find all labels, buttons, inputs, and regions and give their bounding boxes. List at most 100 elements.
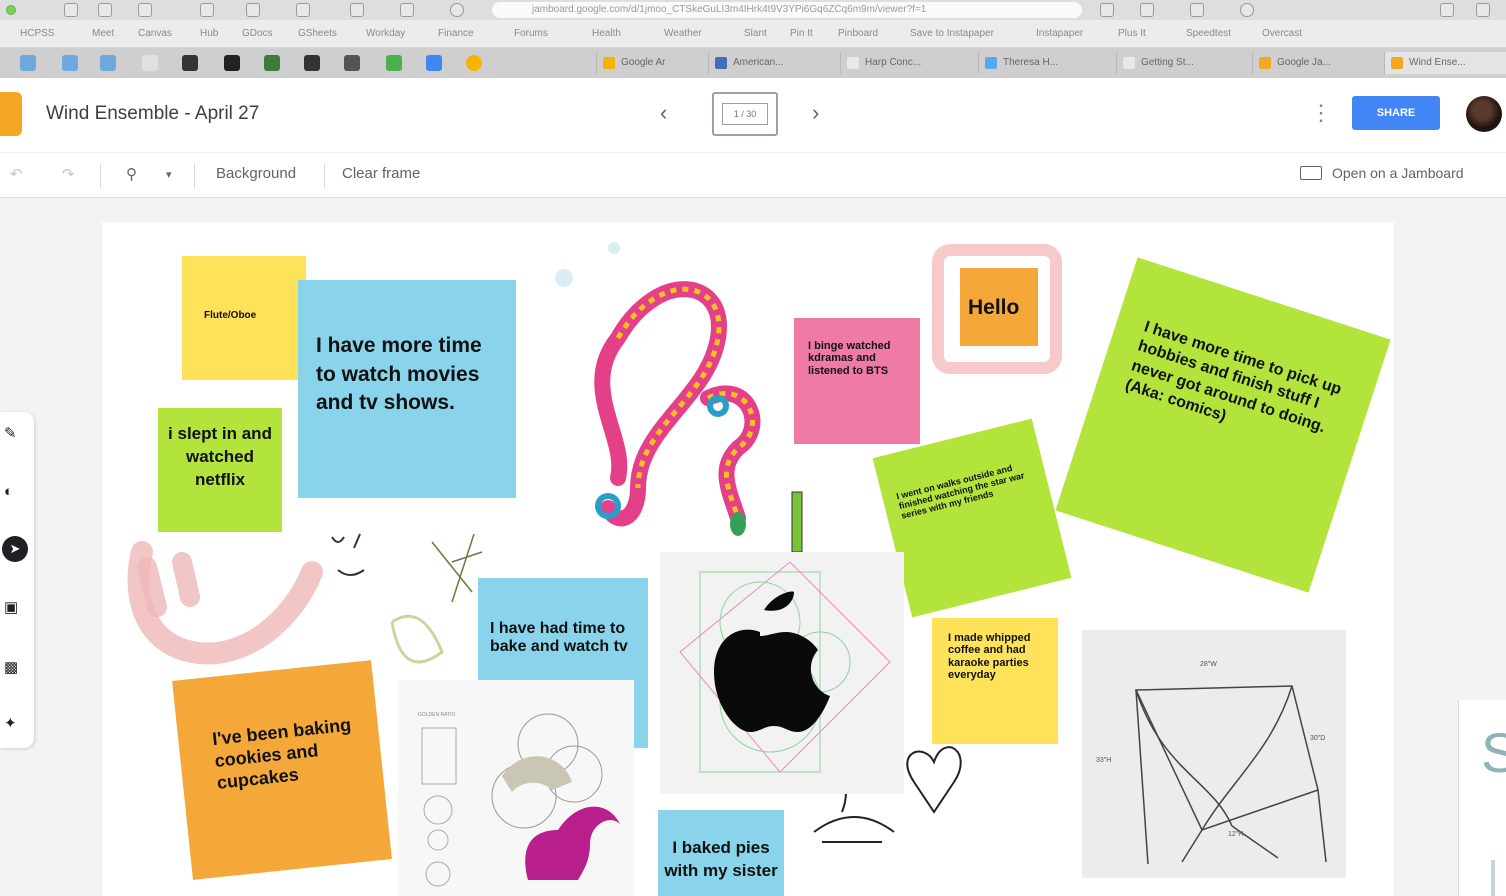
extension-icon[interactable]: [200, 3, 214, 17]
share-page-icon[interactable]: [1140, 3, 1154, 17]
bookmark-item[interactable]: Weather: [664, 28, 702, 39]
loop-doodle[interactable]: [390, 614, 444, 664]
eraser-icon[interactable]: ◐: [4, 484, 20, 500]
undo-icon[interactable]: ↶: [10, 165, 23, 183]
bookmark-item[interactable]: Finance: [438, 28, 474, 39]
sidebar-icon[interactable]: [138, 3, 152, 17]
chevron-down-icon[interactable]: ▾: [166, 168, 172, 181]
butterfly-chair-image[interactable]: 28"W 33"H 30"D 12"H: [1082, 630, 1346, 878]
app-icon[interactable]: [264, 55, 280, 71]
sticky-note[interactable]: i slept in and watched netflix: [158, 408, 282, 532]
golden-ratio-elephant-image[interactable]: GOLDEN RATIO: [398, 680, 634, 896]
bookmark-item[interactable]: Canvas: [138, 28, 172, 39]
browser-tab-active[interactable]: Wind Ense...: [1384, 52, 1506, 74]
extension-icon[interactable]: [296, 3, 310, 17]
select-icon[interactable]: ➤: [2, 536, 28, 562]
redo-icon[interactable]: ↷: [62, 165, 75, 183]
bookmark-item[interactable]: Instapaper: [1036, 28, 1083, 39]
pen-icon[interactable]: ✎: [4, 426, 20, 442]
bookmark-item[interactable]: Meet: [92, 28, 114, 39]
app-icon[interactable]: [224, 55, 240, 71]
eye-doodle[interactable]: [137, 557, 167, 617]
sticky-note[interactable]: Hello: [960, 268, 1038, 346]
previous-frame-icon[interactable]: ‹: [660, 100, 667, 126]
jam-canvas[interactable]: Flute/Oboe I have more time to watch mov…: [102, 222, 1394, 896]
tabs-icon[interactable]: [1440, 3, 1454, 17]
address-bar[interactable]: jamboard.google.com/d/1jmoo_CTSkeGuLI3m4…: [492, 2, 1082, 18]
pencil-doodle[interactable]: [791, 491, 803, 553]
frame-bar[interactable]: 1 / 30: [712, 92, 778, 136]
page-title[interactable]: Wind Ensemble - April 27: [46, 103, 259, 125]
account-icon[interactable]: [1240, 3, 1254, 17]
line-doodle[interactable]: [431, 533, 483, 603]
settings-icon[interactable]: [450, 3, 464, 17]
background-button[interactable]: Background: [216, 165, 296, 182]
image-icon[interactable]: ▩: [4, 660, 20, 676]
forward-icon[interactable]: [98, 3, 112, 17]
new-window-icon[interactable]: [1476, 3, 1490, 17]
bookmark-item[interactable]: Plus It: [1118, 28, 1146, 39]
sticky-note-icon[interactable]: ▣: [4, 600, 20, 616]
snake-illustration[interactable]: [578, 278, 790, 550]
browser-tab[interactable]: Harp Conc...: [840, 52, 982, 74]
browser-tab[interactable]: Theresa H...: [978, 52, 1120, 74]
app-icon[interactable]: [182, 55, 198, 71]
chair-width-label: 28"W: [1200, 661, 1217, 668]
sticky-note[interactable]: I have more time to watch movies and tv …: [298, 280, 516, 498]
app-icon[interactable]: [100, 55, 116, 71]
face-doodle[interactable]: [331, 533, 365, 576]
bookmark-item[interactable]: Save to Instapaper: [910, 28, 994, 39]
share-button[interactable]: SHARE: [1352, 96, 1440, 130]
bookmark-item[interactable]: GSheets: [298, 28, 337, 39]
bookmark-item[interactable]: Workday: [366, 28, 405, 39]
sticky-note[interactable]: I binge watched kdramas and listened to …: [794, 318, 920, 444]
avatar[interactable]: [1466, 96, 1502, 132]
clear-frame-button[interactable]: Clear frame: [342, 165, 420, 182]
app-icon[interactable]: [142, 55, 158, 71]
extension-icon[interactable]: [350, 3, 364, 17]
sticky-note[interactable]: I made whipped coffee and had karaoke pa…: [932, 618, 1058, 744]
app-icon[interactable]: [344, 55, 360, 71]
apple-golden-ratio-image[interactable]: [660, 552, 904, 794]
bookmark-item[interactable]: Forums: [514, 28, 548, 39]
heart-doodle[interactable]: [906, 746, 962, 814]
laser-icon[interactable]: ✦: [4, 716, 20, 732]
extension-icon[interactable]: [400, 3, 414, 17]
bookmark-item[interactable]: Speedtest: [1186, 28, 1231, 39]
bookmark-item[interactable]: Slant: [744, 28, 767, 39]
next-frame-icon[interactable]: ›: [812, 100, 819, 126]
app-icon[interactable]: [62, 55, 78, 71]
back-icon[interactable]: [64, 3, 78, 17]
bookmark-item[interactable]: Overcast: [1262, 28, 1302, 39]
reader-icon[interactable]: [1100, 3, 1114, 17]
extension-icon[interactable]: [246, 3, 260, 17]
download-icon[interactable]: [1190, 3, 1204, 17]
sticky-note[interactable]: I've been baking cookies and cupcakes: [172, 660, 392, 880]
bookmark-item[interactable]: Health: [592, 28, 621, 39]
bookmark-item[interactable]: GDocs: [242, 28, 273, 39]
bookmark-item[interactable]: Hub: [200, 28, 218, 39]
bookmark-item[interactable]: Pin It: [790, 28, 813, 39]
zoom-icon[interactable]: ⚲: [126, 165, 137, 183]
app-icon[interactable]: [386, 55, 402, 71]
dot-doodle[interactable]: [608, 242, 620, 254]
app-icon[interactable]: [466, 55, 482, 71]
more-options-icon[interactable]: ⋮: [1310, 100, 1332, 126]
browser-tab[interactable]: American...: [708, 52, 850, 74]
bookmark-item[interactable]: Pinboard: [838, 28, 878, 39]
app-icon[interactable]: [304, 55, 320, 71]
sticky-note-text: I have more time to pick up hobbies and …: [1123, 318, 1344, 437]
background-slide: S: [1458, 700, 1506, 896]
tab-bar: Google Ar American... Harp Conc... There…: [0, 48, 1506, 78]
window-maximize-icon[interactable]: [6, 5, 16, 15]
app-icon[interactable]: [426, 55, 442, 71]
eye-doodle[interactable]: [172, 552, 200, 607]
app-icon[interactable]: [20, 55, 36, 71]
sticky-note[interactable]: I baked pies with my sister: [658, 810, 784, 896]
browser-tab[interactable]: Getting St...: [1116, 52, 1258, 74]
bookmark-item[interactable]: HCPSS: [20, 28, 54, 39]
dot-doodle[interactable]: [555, 269, 573, 287]
open-on-jamboard-button[interactable]: Open on a Jamboard: [1300, 165, 1464, 181]
browser-tab[interactable]: Google Ja...: [1252, 52, 1394, 74]
sticky-note[interactable]: Flute/Oboe: [182, 256, 306, 380]
